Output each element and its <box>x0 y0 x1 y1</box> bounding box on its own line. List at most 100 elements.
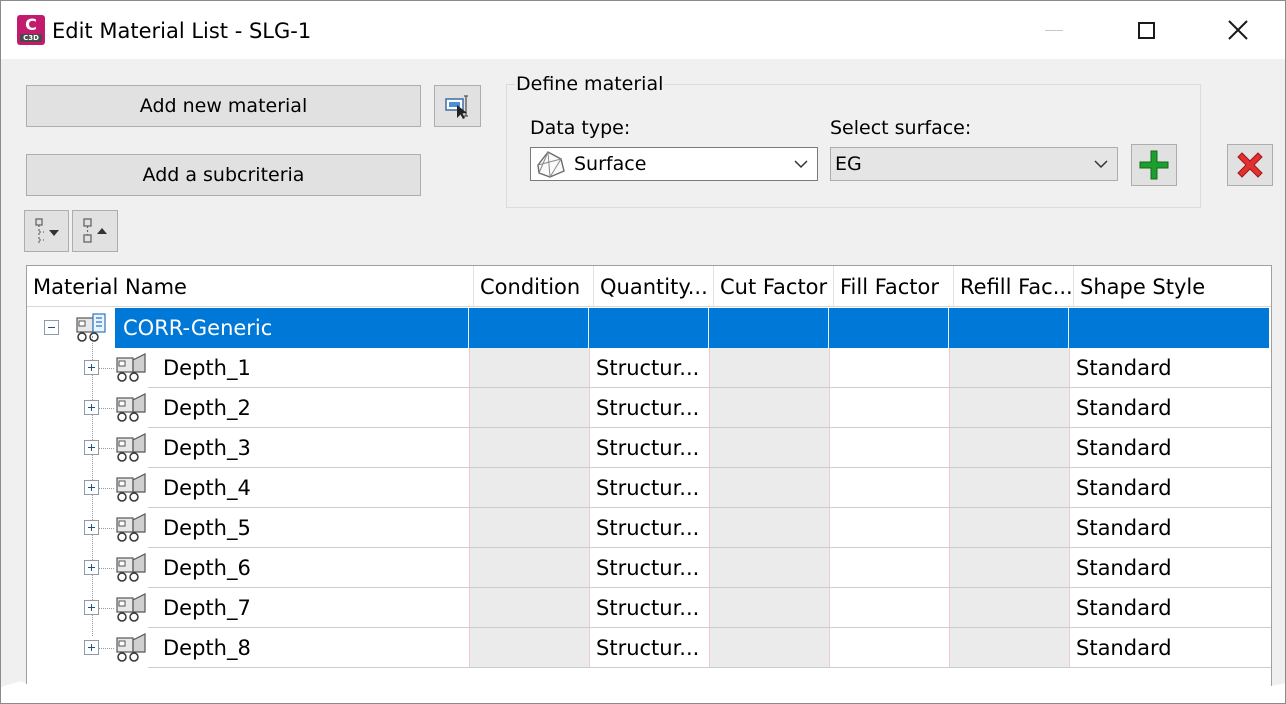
expand-toggle[interactable] <box>84 640 99 655</box>
quantity-cell[interactable]: Structur... <box>589 348 709 388</box>
condition-cell[interactable] <box>469 628 589 668</box>
col-quantity[interactable]: Quantity... <box>594 266 714 306</box>
refill-factor-cell[interactable] <box>949 428 1069 468</box>
cell-divider <box>949 548 950 588</box>
expand-toggle[interactable] <box>84 400 99 415</box>
shape-style-cell[interactable]: Standard <box>1069 348 1271 388</box>
pick-from-drawing-button[interactable] <box>434 85 481 127</box>
material-name: Depth_6 <box>155 548 469 588</box>
table-row[interactable]: Depth_7 Structur... Standard <box>27 588 1271 628</box>
cell-divider <box>1069 548 1070 588</box>
refill-factor-cell[interactable] <box>949 468 1069 508</box>
table-row[interactable]: Depth_4 Structur... Standard <box>27 468 1271 508</box>
refill-factor-cell[interactable] <box>949 388 1069 428</box>
col-fill-factor[interactable]: Fill Factor <box>834 266 954 306</box>
fill-factor-cell[interactable] <box>829 388 949 428</box>
table-row[interactable]: Depth_8 Structur... Standard <box>27 628 1271 668</box>
condition-cell[interactable] <box>469 548 589 588</box>
add-surface-button[interactable] <box>1131 144 1177 186</box>
cut-factor-cell[interactable] <box>709 388 829 428</box>
fill-factor-cell[interactable] <box>829 588 949 628</box>
cut-factor-cell[interactable] <box>709 548 829 588</box>
shape-style-cell[interactable]: Standard <box>1069 548 1271 588</box>
condition-cell[interactable] <box>469 348 589 388</box>
condition-cell[interactable] <box>469 388 589 428</box>
quantity-cell[interactable]: Structur... <box>589 628 709 668</box>
select-surface-dropdown[interactable]: EG <box>830 147 1118 181</box>
fill-factor-cell[interactable] <box>829 468 949 508</box>
refill-factor-cell[interactable] <box>949 348 1069 388</box>
table-row[interactable]: Depth_6 Structur... Standard <box>27 548 1271 588</box>
cut-factor-cell[interactable] <box>709 468 829 508</box>
title-bar[interactable]: C C3D Edit Material List - SLG-1 <box>1 1 1285 59</box>
expand-toggle[interactable] <box>84 480 99 495</box>
collapse-toggle[interactable] <box>44 320 59 335</box>
col-shape-style[interactable]: Shape Style <box>1074 266 1271 306</box>
condition-cell[interactable] <box>469 508 589 548</box>
expand-toggle[interactable] <box>84 560 99 575</box>
shape-style-cell[interactable]: Standard <box>1069 588 1271 628</box>
close-icon <box>1228 20 1248 40</box>
fill-factor-cell[interactable] <box>829 348 949 388</box>
fill-factor-cell[interactable] <box>829 508 949 548</box>
collapse-all-button[interactable] <box>72 210 118 252</box>
shape-style-cell[interactable]: Standard <box>1069 468 1271 508</box>
cell-divider <box>469 428 470 468</box>
quantity-cell[interactable]: Structur... <box>589 508 709 548</box>
quantity-cell[interactable]: Structur... <box>589 388 709 428</box>
table-row-root[interactable]: CORR-Generic <box>27 308 1271 348</box>
cell-divider <box>589 548 590 588</box>
data-type-select[interactable]: Surface <box>530 147 818 181</box>
expand-all-button[interactable] <box>24 210 69 252</box>
fill-factor-cell[interactable] <box>829 548 949 588</box>
shape-style-cell[interactable]: Standard <box>1069 428 1271 468</box>
cut-factor-cell[interactable] <box>709 588 829 628</box>
condition-cell[interactable] <box>469 588 589 628</box>
add-subcriteria-button[interactable]: Add a subcriteria <box>26 154 421 196</box>
delete-button[interactable] <box>1227 144 1273 186</box>
cell-divider <box>589 348 590 388</box>
table-row[interactable]: Depth_1 Structur... Standard <box>27 348 1271 388</box>
col-cut-factor[interactable]: Cut Factor <box>714 266 834 306</box>
shape-style-cell[interactable]: Standard <box>1069 508 1271 548</box>
cut-factor-cell[interactable] <box>709 628 829 668</box>
fill-factor-cell[interactable] <box>829 428 949 468</box>
root-cut <box>709 308 829 348</box>
shape-style-cell[interactable]: Standard <box>1069 628 1271 668</box>
expand-toggle[interactable] <box>84 440 99 455</box>
cut-factor-cell[interactable] <box>709 428 829 468</box>
refill-factor-cell[interactable] <box>949 548 1069 588</box>
material-icon <box>116 393 146 422</box>
expand-toggle[interactable] <box>84 600 99 615</box>
expand-toggle[interactable] <box>84 520 99 535</box>
refill-factor-cell[interactable] <box>949 628 1069 668</box>
close-button[interactable] <box>1215 1 1261 59</box>
table-row[interactable]: Depth_3 Structur... Standard <box>27 428 1271 468</box>
cut-factor-cell[interactable] <box>709 508 829 548</box>
refill-factor-cell[interactable] <box>949 508 1069 548</box>
expand-toggle[interactable] <box>84 360 99 375</box>
col-material-name[interactable]: Material Name <box>27 266 474 306</box>
fill-factor-cell[interactable] <box>829 628 949 668</box>
condition-cell[interactable] <box>469 428 589 468</box>
col-condition[interactable]: Condition <box>474 266 594 306</box>
col-refill-factor[interactable]: Refill Fac... <box>954 266 1074 306</box>
refill-factor-cell[interactable] <box>949 588 1069 628</box>
quantity-cell[interactable]: Structur... <box>589 588 709 628</box>
cut-factor-cell[interactable] <box>709 348 829 388</box>
add-new-material-button[interactable]: Add new material <box>26 85 421 127</box>
condition-cell[interactable] <box>469 468 589 508</box>
cell-divider <box>829 348 830 388</box>
quantity-cell[interactable]: Structur... <box>589 548 709 588</box>
material-grid[interactable]: Material Name Condition Quantity... Cut … <box>26 265 1272 703</box>
shape-style-cell[interactable]: Standard <box>1069 388 1271 428</box>
quantity-cell[interactable]: Structur... <box>589 468 709 508</box>
quantity-cell[interactable]: Structur... <box>589 428 709 468</box>
cell-divider <box>949 588 950 628</box>
minimize-button[interactable] <box>1031 1 1077 59</box>
cell-divider <box>709 348 710 388</box>
cell-divider <box>829 628 830 668</box>
table-row[interactable]: Depth_2 Structur... Standard <box>27 388 1271 428</box>
maximize-button[interactable] <box>1123 1 1169 59</box>
table-row[interactable]: Depth_5 Structur... Standard <box>27 508 1271 548</box>
